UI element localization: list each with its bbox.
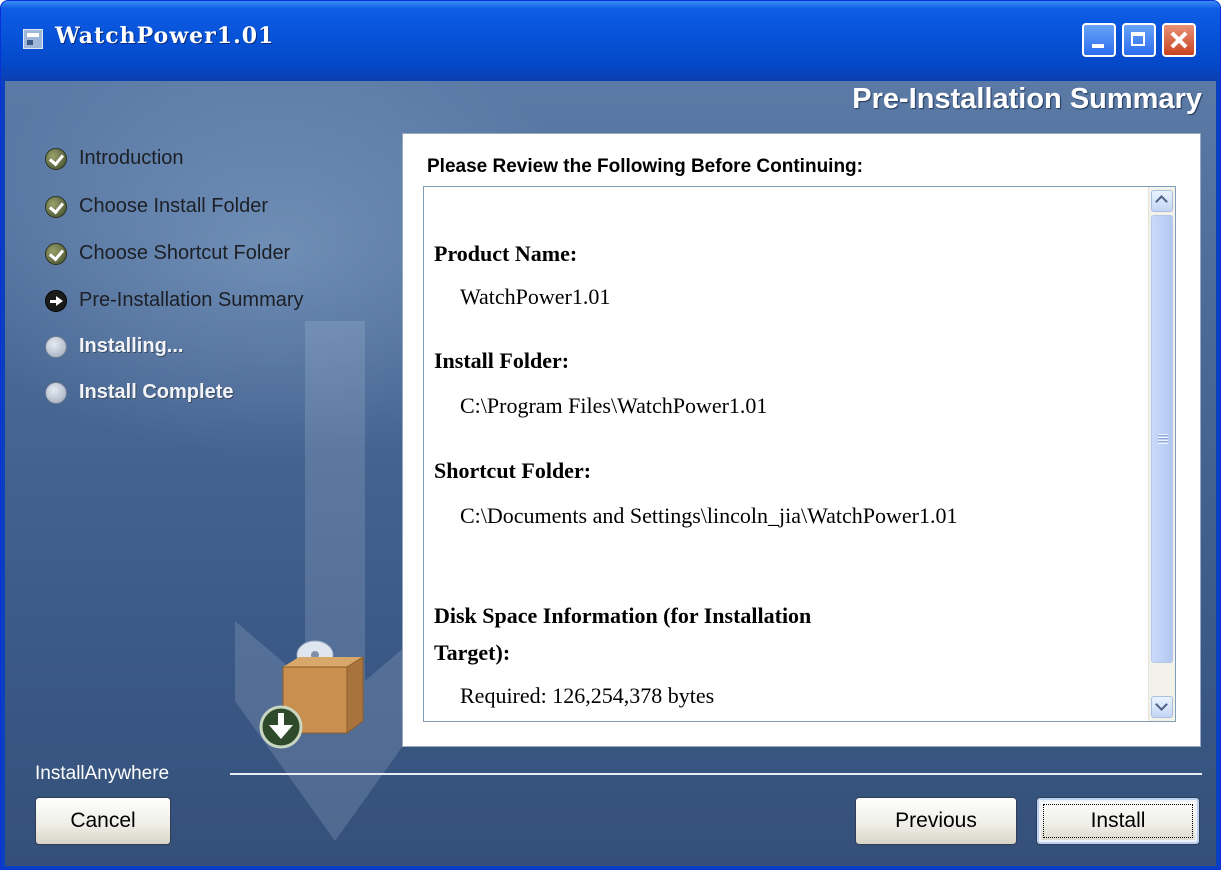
step-introduction: Introduction: [45, 147, 184, 170]
installer-box-icon: [259, 640, 364, 749]
close-button[interactable]: [1162, 23, 1196, 57]
product-name-label: Product Name:: [434, 241, 578, 266]
circle-icon: [45, 335, 67, 358]
installer-body: Pre-Installation Summary Introduction Ch…: [5, 81, 1216, 866]
arrow-right-icon: [45, 289, 67, 312]
step-label: Choose Shortcut Folder: [79, 242, 291, 264]
disk-space-value: Required: 126,254,378 bytes: [460, 683, 715, 708]
scroll-down-button[interactable]: [1151, 696, 1173, 718]
minimize-button[interactable]: [1082, 23, 1116, 57]
previous-button[interactable]: Previous: [855, 797, 1017, 845]
step-choose-shortcut-folder: Choose Shortcut Folder: [45, 242, 290, 265]
step-pre-installation-summary: Pre-Installation Summary: [45, 289, 304, 312]
step-choose-install-folder: Choose Install Folder: [45, 195, 268, 218]
step-label: Choose Install Folder: [79, 195, 268, 217]
disk-space-label-continued: Target):: [434, 640, 511, 665]
installer-window: WatchPower1.01 Pre-Installation Summary …: [0, 0, 1221, 870]
step-installing: Installing...: [45, 335, 183, 358]
step-title: Pre-Installation Summary: [852, 83, 1202, 115]
shortcut-folder-label: Shortcut Folder:: [434, 458, 592, 483]
install-folder-label: Install Folder:: [434, 348, 570, 373]
footer-divider: [230, 773, 1202, 775]
summary-scroll-area[interactable]: Product Name: WatchPower1.01 Install Fol…: [423, 186, 1176, 722]
scroll-up-button[interactable]: [1151, 190, 1173, 212]
checkmark-icon: [45, 147, 67, 170]
grip-icon: [1158, 434, 1168, 444]
summary-content: Product Name: WatchPower1.01 Install Fol…: [424, 187, 1144, 721]
product-name-value: WatchPower1.01: [460, 284, 611, 309]
step-label: Introduction: [79, 147, 184, 169]
window-title: WatchPower1.01: [55, 23, 275, 49]
cancel-button-label: Cancel: [70, 809, 136, 832]
install-folder-value: C:\Program Files\WatchPower1.01: [460, 393, 768, 418]
focus-ring: [1043, 804, 1193, 838]
title-bar[interactable]: WatchPower1.01: [1, 1, 1220, 81]
checkmark-icon: [45, 242, 67, 265]
scrollbar-thumb[interactable]: [1151, 215, 1173, 663]
circle-icon: [45, 381, 67, 404]
step-label: Pre-Installation Summary: [79, 289, 304, 311]
checkmark-icon: [45, 195, 67, 218]
step-label: Install Complete: [79, 381, 234, 403]
previous-button-label: Previous: [895, 809, 977, 832]
disk-space-label: Disk Space Information (for Installation: [434, 603, 812, 628]
shortcut-folder-value: C:\Documents and Settings\lincoln_jia\Wa…: [460, 503, 958, 528]
step-label: Installing...: [79, 335, 184, 357]
step-install-complete: Install Complete: [45, 381, 233, 404]
app-icon[interactable]: [23, 29, 43, 49]
vertical-scrollbar[interactable]: [1148, 187, 1175, 721]
maximize-button: [1122, 23, 1156, 57]
summary-panel: Please Review the Following Before Conti…: [402, 133, 1201, 747]
installanywhere-brand: InstallAnywhere: [35, 763, 170, 784]
summary-heading: Please Review the Following Before Conti…: [427, 156, 863, 177]
install-button[interactable]: Install: [1036, 797, 1200, 845]
cancel-button[interactable]: Cancel: [35, 797, 171, 845]
